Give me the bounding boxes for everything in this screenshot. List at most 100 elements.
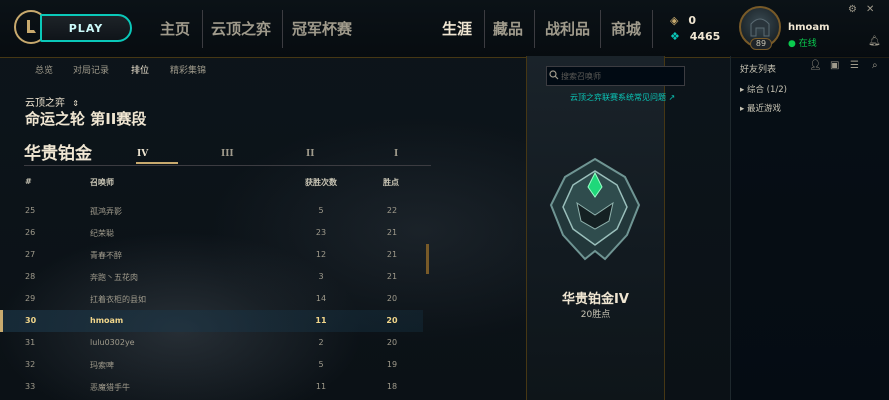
online-status[interactable]: ● 在线 [788,36,817,49]
cell-name: 孤鸿弄影 [90,207,122,216]
cell-rank: 26 [25,228,36,237]
cell-wins: 3 [318,272,324,281]
nav-loot[interactable]: 战利品 [545,18,590,39]
cell-rank: 33 [25,382,36,391]
division-tab-ii[interactable]: II [306,149,314,159]
blue-essence-icon: ❖ [670,30,680,43]
cell-lp: 22 [386,206,398,215]
platinum-emblem-icon [549,157,641,261]
table-row[interactable]: 32 玛索啤 5 19 [0,354,423,376]
friends-group-general[interactable]: ▸ 综合 (1/2) [740,83,787,95]
rp-currency[interactable]: ◈ 0 [670,14,696,27]
tier-title: 华贵铂金 [24,144,92,164]
cell-name: 奔跑丶五花肉 [90,273,138,282]
division-active-indicator [136,162,178,164]
subtab-match-history[interactable]: 对局记录 [73,63,109,76]
search-input[interactable]: 搜索召唤师 [546,66,685,86]
game-mode-selector[interactable]: 云顶之弈 ⇕ [25,94,79,109]
cell-wins: 2 [318,338,324,347]
cell-wins: 14 [315,294,327,303]
table-row[interactable]: 33 恶魔猎手牛 11 18 [0,376,423,398]
settings-gear-icon[interactable]: ⚙ [848,4,857,15]
nav-clash[interactable]: 冠军杯赛 [292,18,352,39]
cell-name: lulu0302ye [90,338,135,347]
cell-wins: 23 [315,228,327,237]
subtab-ranked[interactable]: 排位 [131,63,149,76]
cell-rank: 31 [25,338,36,347]
nav-divider [202,10,203,48]
table-row[interactable]: 29 扛着衣柜的县如 14 20 [0,288,423,310]
cell-name: 青春不醉 [90,251,122,260]
friends-group-recent[interactable]: ▸ 最近游戏 [740,102,781,114]
cell-lp: 21 [386,272,398,281]
cell-name: 纪荣聪 [90,229,114,238]
play-button[interactable]: PLAY [40,14,132,42]
division-tab-iv[interactable]: IV [137,149,148,159]
season-title: 命运之轮 第II赛段 [25,110,147,128]
cell-rank: 29 [25,294,36,303]
cell-name: hmoam [90,316,124,325]
cell-lp: 20 [386,338,398,347]
cell-lp: 21 [386,228,398,237]
username[interactable]: hmoam [788,22,830,33]
cell-rank: 27 [25,250,36,259]
table-row[interactable]: 26 纪荣聪 23 21 [0,222,423,244]
nav-divider [282,10,283,48]
rp-amount: 0 [688,14,696,27]
cell-lp: 20 [386,294,398,303]
cell-wins: 5 [318,206,324,215]
cell-rank: 30 [25,316,37,325]
be-currency[interactable]: ❖ 4465 [670,30,720,43]
nav-store[interactable]: 商城 [611,18,641,39]
notification-bell-icon[interactable]: 🔔︎ [868,36,881,47]
faq-link[interactable]: 云顶之弈联赛系统常见问题 ↗ [570,92,675,103]
division-tab-iii[interactable]: III [221,149,234,159]
cell-name: 玛索啤 [90,361,114,370]
status-label: 在线 [798,39,817,49]
search-friends-icon[interactable]: ⌕ [872,60,878,71]
cell-wins: 12 [315,250,327,259]
division-tab-i[interactable]: I [394,149,398,159]
table-row[interactable]: 27 青春不醉 12 21 [0,244,423,266]
cell-wins: 11 [315,316,327,325]
nav-divider [652,10,653,48]
column-header-summoner: 召唤师 [90,178,114,187]
column-header-rank: # [25,177,32,186]
cell-wins: 5 [318,360,324,369]
nav-tft[interactable]: 云顶之弈 [211,18,271,39]
banner-rank-title: 华贵铂金IV [562,292,629,307]
cell-rank: 28 [25,272,36,281]
chevron-updown-icon: ⇕ [72,99,79,108]
nav-home[interactable]: 主页 [160,18,190,39]
cell-lp: 20 [386,316,398,325]
table-row[interactable]: 28 奔跑丶五花肉 3 21 [0,266,423,288]
cell-rank: 25 [25,206,36,215]
cell-rank: 32 [25,360,36,369]
table-row[interactable]: 30 hmoam 11 20 [0,310,423,332]
scrollbar[interactable] [426,244,429,274]
nav-collection[interactable]: 藏品 [493,18,523,39]
cell-name: 扛着衣柜的县如 [90,295,146,304]
rp-icon: ◈ [670,14,679,27]
banner-lp: 20胜点 [580,310,611,320]
add-friend-icon[interactable]: 👤︎ [809,60,822,71]
level-badge: 89 [750,38,772,50]
column-header-lp: 胜点 [383,178,399,187]
close-icon[interactable]: ✕ [866,4,874,15]
table-row[interactable]: 31 lulu0302ye 2 20 [0,332,423,354]
search-icon [549,70,559,80]
nav-profile[interactable]: 生涯 [442,18,472,39]
history-icon[interactable]: ☰ [850,60,859,71]
cell-name: 恶魔猎手牛 [90,383,130,392]
column-header-wins: 获胜次数 [305,178,337,187]
nav-divider [600,10,601,48]
cell-lp: 19 [386,360,398,369]
cell-lp: 21 [386,250,398,259]
table-row[interactable]: 25 孤鸿弄影 5 22 [0,200,423,222]
cell-wins: 11 [315,382,327,391]
add-folder-icon[interactable]: ▣ [830,60,839,71]
nav-divider [484,10,485,48]
subtab-highlights[interactable]: 精彩集锦 [170,63,206,76]
friends-title: 好友列表 [740,65,777,75]
subtab-overview[interactable]: 总览 [35,63,53,76]
